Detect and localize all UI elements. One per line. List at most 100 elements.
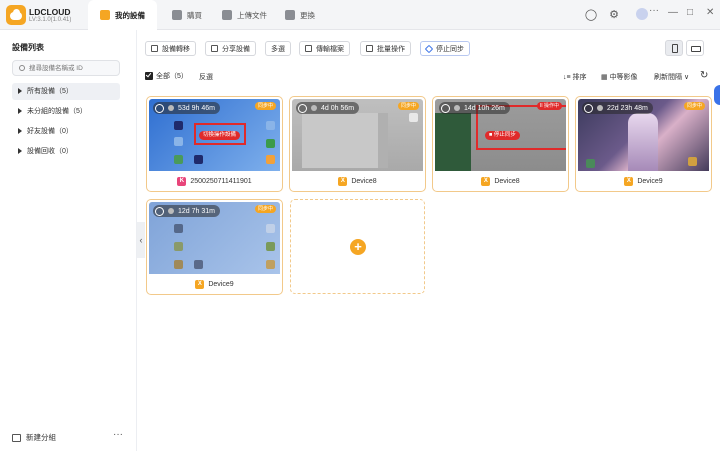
search-icon	[19, 65, 25, 71]
minimize-icon[interactable]: —	[668, 7, 678, 18]
sidebar-item-label: 好友設備（0）	[27, 128, 73, 135]
device-card[interactable]: 4d 0h 56m 同步中 X Device8	[289, 96, 426, 192]
device-label: X Device8	[290, 173, 425, 189]
device-os-icon: X	[338, 176, 348, 186]
batch-icon	[366, 45, 373, 52]
portrait-view-toggle[interactable]	[665, 40, 683, 56]
device-card[interactable]: 切換操作設備 53d 9h 46m 同步中 K 2500250711411901	[146, 96, 283, 192]
sidebar-item-all[interactable]: 所有設備（5）	[12, 83, 120, 100]
new-group-label: 新建分組	[26, 433, 56, 442]
sidebar-item-recycle[interactable]: 設備回收（0）	[12, 143, 120, 160]
refresh-icon[interactable]: ↻	[700, 70, 708, 81]
uptime: 22d 23h 48m	[607, 104, 648, 112]
button-label: 停止同步	[436, 45, 464, 53]
search-input[interactable]	[29, 63, 117, 74]
landscape-view-toggle[interactable]	[686, 40, 704, 56]
app-logo	[6, 5, 26, 25]
checkbox-checked-icon[interactable]	[145, 72, 153, 80]
uptime-pill: 53d 9h 46m	[153, 102, 220, 114]
device-screen-preview[interactable]: ■ 停止同步 14d 10h 26m II 操作中	[435, 99, 566, 171]
floating-assistant-icon[interactable]	[714, 85, 720, 105]
app-name: LDCLOUD	[29, 7, 71, 17]
sidebar: 設備列表 所有設備（5） 未分組的設備（5） 好友設備（0） 設備回收（0） 新…	[0, 30, 137, 451]
button-label: 批量操作	[377, 45, 405, 53]
select-all-label: 全部（5）	[156, 73, 188, 80]
sidebar-title: 設備列表	[12, 43, 44, 52]
avatar[interactable]	[636, 8, 648, 20]
transfer-files-button[interactable]: 傳輸檔案	[299, 41, 350, 56]
invert-selection[interactable]: 反選	[199, 72, 213, 82]
device-tab-icon	[100, 10, 110, 20]
device-os-icon: X	[624, 176, 634, 186]
transfer-icon	[151, 45, 158, 52]
account-more-icon[interactable]: ···	[649, 5, 659, 16]
upload-icon	[222, 10, 232, 20]
maximize-icon[interactable]: □	[687, 7, 693, 18]
select-all[interactable]: 全部（5）	[145, 71, 188, 81]
sidebar-item-friends[interactable]: 好友設備（0）	[12, 123, 120, 140]
tab-my-devices[interactable]: 我的設備	[88, 0, 157, 30]
tab-purchase[interactable]: 購買	[160, 0, 214, 30]
transfer-button[interactable]: 設備轉移	[145, 41, 196, 56]
tab-replace[interactable]: 更換	[273, 0, 327, 30]
sidebar-item-label: 設備回收（0）	[27, 148, 73, 155]
plus-icon[interactable]: +	[350, 239, 366, 255]
device-os-icon: X	[195, 279, 205, 289]
expand-icon	[18, 108, 22, 115]
device-card[interactable]: ■ 停止同步 14d 10h 26m II 操作中 X Device8	[432, 96, 569, 192]
status-badge: II 操作中	[536, 102, 562, 110]
file-icon	[305, 45, 312, 52]
device-label: K 2500250711411901	[147, 173, 282, 189]
clock-icon	[597, 105, 603, 111]
tab-label: 上傳文件	[237, 10, 267, 20]
add-device-card[interactable]: +	[290, 199, 425, 294]
close-icon[interactable]: ✕	[706, 7, 714, 18]
switch-device-button[interactable]: 切換操作設備	[199, 131, 241, 140]
stop-sync-button[interactable]: 停止同步	[420, 41, 470, 56]
image-size-control[interactable]: ▦ 中等影像	[601, 72, 638, 82]
sort-control[interactable]: ↓≡ 排序	[563, 72, 587, 82]
sidebar-more-icon[interactable]: ···	[113, 429, 123, 440]
device-name: Device9	[637, 177, 663, 185]
headset-icon[interactable]: ◯	[584, 8, 598, 22]
search-box[interactable]	[12, 60, 120, 76]
clock-icon	[454, 105, 460, 111]
gear-icon[interactable]	[155, 103, 164, 113]
batch-ops-button[interactable]: 批量操作	[360, 41, 411, 56]
button-label: 多選	[271, 45, 285, 53]
folder-add-icon	[12, 433, 21, 442]
clock-icon	[168, 105, 174, 111]
clock-icon	[168, 208, 174, 214]
sidebar-item-label: 未分組的設備（5）	[27, 108, 87, 115]
uptime: 53d 9h 46m	[178, 104, 215, 112]
expand-icon	[18, 148, 22, 155]
tab-upload[interactable]: 上傳文件	[210, 0, 279, 30]
device-os-icon: K	[177, 176, 187, 186]
gear-icon[interactable]	[584, 103, 593, 113]
new-group-button[interactable]: 新建分組	[12, 432, 56, 443]
multi-select-button[interactable]: 多選	[265, 41, 291, 56]
collapse-sidebar-button[interactable]: ‹	[137, 222, 145, 258]
device-screen-preview[interactable]: 4d 0h 56m 同步中	[292, 99, 423, 171]
device-name: Device8	[494, 177, 520, 185]
replace-icon	[285, 10, 295, 20]
share-button[interactable]: 分享設備	[205, 41, 256, 56]
device-screen-preview[interactable]: 12d 7h 31m 同步中	[149, 202, 280, 274]
button-label: 分享設備	[222, 45, 250, 53]
device-os-icon: X	[481, 176, 491, 186]
device-screen-preview[interactable]: 切換操作設備 53d 9h 46m 同步中	[149, 99, 280, 171]
image-size-label: 中等影像	[609, 74, 638, 81]
top-bar: LDCLOUD LV:3.1.0(1.0.41) 我的設備 購買 上傳文件 更換…	[0, 0, 720, 30]
gear-icon[interactable]: ⚙	[607, 8, 621, 22]
refresh-interval-control[interactable]: 刷新間隔 ∨	[654, 72, 689, 82]
sidebar-item-ungrouped[interactable]: 未分組的設備（5）	[12, 103, 120, 120]
gear-icon[interactable]	[155, 206, 164, 216]
tab-label: 更換	[300, 10, 315, 20]
gear-icon[interactable]	[441, 103, 450, 113]
device-screen-preview[interactable]: 22d 23h 48m 同步中	[578, 99, 709, 171]
device-card[interactable]: 22d 23h 48m 同步中 X Device9	[575, 96, 712, 192]
device-label: X Device9	[147, 276, 282, 292]
stop-sync-overlay-button[interactable]: ■ 停止同步	[485, 131, 520, 140]
device-card[interactable]: 12d 7h 31m 同步中 X Device9	[146, 199, 283, 295]
gear-icon[interactable]	[298, 103, 307, 113]
